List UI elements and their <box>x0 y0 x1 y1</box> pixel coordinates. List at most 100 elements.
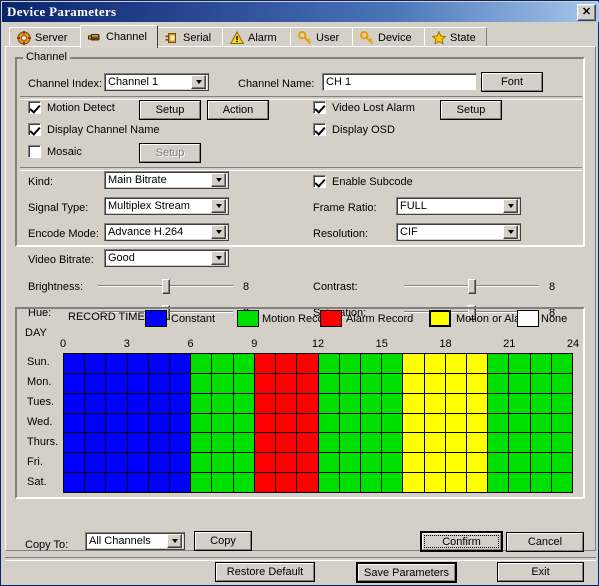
record-schedule-grid[interactable] <box>63 353 573 493</box>
contrast-slider[interactable] <box>404 277 539 295</box>
encode-mode-select[interactable]: Advance H.264 <box>104 223 229 241</box>
schedule-cell[interactable] <box>488 393 509 413</box>
schedule-cell[interactable] <box>318 354 339 373</box>
schedule-cell[interactable] <box>466 433 488 453</box>
schedule-cell[interactable] <box>254 453 276 473</box>
schedule-cell[interactable] <box>360 453 382 473</box>
frame-ratio-select[interactable]: FULL <box>396 197 521 215</box>
schedule-cell[interactable] <box>212 413 233 433</box>
schedule-cell[interactable] <box>297 373 318 393</box>
schedule-cell[interactable] <box>445 413 466 433</box>
schedule-cell[interactable] <box>127 413 148 433</box>
schedule-cell[interactable] <box>530 473 551 492</box>
schedule-cell[interactable] <box>403 393 424 413</box>
schedule-cell[interactable] <box>382 433 403 453</box>
resolution-select[interactable]: CIF <box>396 223 521 241</box>
schedule-cell[interactable] <box>488 473 509 492</box>
schedule-cell[interactable] <box>445 393 466 413</box>
schedule-cell[interactable] <box>339 393 360 413</box>
schedule-cell[interactable] <box>127 373 148 393</box>
schedule-cell[interactable] <box>424 433 445 453</box>
schedule-cell[interactable] <box>170 453 191 473</box>
tab-server[interactable]: Server <box>9 27 81 47</box>
copy-button[interactable]: Copy <box>194 531 252 551</box>
schedule-cell[interactable] <box>148 453 170 473</box>
schedule-cell[interactable] <box>403 413 424 433</box>
schedule-cell[interactable] <box>212 373 233 393</box>
tab-device[interactable]: Device <box>352 27 425 47</box>
schedule-cell[interactable] <box>170 473 191 492</box>
chevron-down-icon[interactable] <box>211 199 226 213</box>
schedule-cell[interactable] <box>509 433 530 453</box>
schedule-cell[interactable] <box>233 354 254 373</box>
chevron-down-icon[interactable] <box>211 251 226 265</box>
schedule-cell[interactable] <box>64 453 85 473</box>
schedule-cell[interactable] <box>466 413 488 433</box>
schedule-cell[interactable] <box>148 373 170 393</box>
mosaic-checkbox[interactable]: Mosaic <box>28 145 82 158</box>
tab-serial[interactable]: Serial <box>157 27 223 47</box>
schedule-cell[interactable] <box>530 354 551 373</box>
signal-type-select[interactable]: Multiplex Stream <box>104 197 229 215</box>
schedule-cell[interactable] <box>127 354 148 373</box>
schedule-cell[interactable] <box>339 413 360 433</box>
schedule-cell[interactable] <box>148 473 170 492</box>
schedule-cell[interactable] <box>297 354 318 373</box>
schedule-cell[interactable] <box>509 473 530 492</box>
confirm-button[interactable]: Confirm <box>420 531 503 552</box>
schedule-cell[interactable] <box>276 433 297 453</box>
motion-detect-setup-button[interactable]: Setup <box>139 100 201 120</box>
tab-channel[interactable]: Channel <box>80 25 158 48</box>
schedule-cell[interactable] <box>233 373 254 393</box>
schedule-cell[interactable] <box>127 433 148 453</box>
schedule-cell[interactable] <box>233 473 254 492</box>
schedule-cell[interactable] <box>509 413 530 433</box>
schedule-cell[interactable] <box>466 354 488 373</box>
cancel-button[interactable]: Cancel <box>506 532 584 552</box>
channel-index-select[interactable]: Channel 1 <box>104 73 209 91</box>
schedule-cell[interactable] <box>339 433 360 453</box>
schedule-cell[interactable] <box>445 354 466 373</box>
brightness-slider[interactable] <box>98 277 233 295</box>
schedule-cell[interactable] <box>64 373 85 393</box>
schedule-cell[interactable] <box>64 354 85 373</box>
schedule-cell[interactable] <box>233 393 254 413</box>
schedule-cell[interactable] <box>466 453 488 473</box>
schedule-cell[interactable] <box>170 393 191 413</box>
schedule-cell[interactable] <box>360 393 382 413</box>
schedule-cell[interactable] <box>382 354 403 373</box>
schedule-cell[interactable] <box>233 453 254 473</box>
schedule-cell[interactable] <box>488 453 509 473</box>
video-lost-alarm-setup-button[interactable]: Setup <box>440 100 502 120</box>
schedule-cell[interactable] <box>254 413 276 433</box>
schedule-cell[interactable] <box>551 354 572 373</box>
schedule-cell[interactable] <box>360 433 382 453</box>
schedule-cell[interactable] <box>106 393 127 413</box>
chevron-down-icon[interactable] <box>211 225 226 239</box>
schedule-cell[interactable] <box>170 433 191 453</box>
schedule-cell[interactable] <box>530 373 551 393</box>
schedule-cell[interactable] <box>212 433 233 453</box>
schedule-cell[interactable] <box>191 433 212 453</box>
schedule-cell[interactable] <box>339 453 360 473</box>
save-parameters-button[interactable]: Save Parameters <box>356 562 457 583</box>
schedule-cell[interactable] <box>360 373 382 393</box>
schedule-cell[interactable] <box>148 393 170 413</box>
schedule-cell[interactable] <box>85 413 106 433</box>
schedule-cell[interactable] <box>339 473 360 492</box>
schedule-cell[interactable] <box>106 413 127 433</box>
schedule-cell[interactable] <box>424 373 445 393</box>
schedule-cell[interactable] <box>488 354 509 373</box>
schedule-cell[interactable] <box>191 413 212 433</box>
enable-subcode-checkbox[interactable]: Enable Subcode <box>313 175 413 188</box>
schedule-cell[interactable] <box>360 354 382 373</box>
font-button[interactable]: Font <box>481 72 543 92</box>
chevron-down-icon[interactable] <box>167 534 182 548</box>
chevron-down-icon[interactable] <box>211 173 226 187</box>
schedule-cell[interactable] <box>382 373 403 393</box>
schedule-cell[interactable] <box>318 473 339 492</box>
schedule-cell[interactable] <box>106 433 127 453</box>
kind-select[interactable]: Main Bitrate <box>104 171 229 189</box>
schedule-cell[interactable] <box>551 373 572 393</box>
schedule-cell[interactable] <box>445 473 466 492</box>
